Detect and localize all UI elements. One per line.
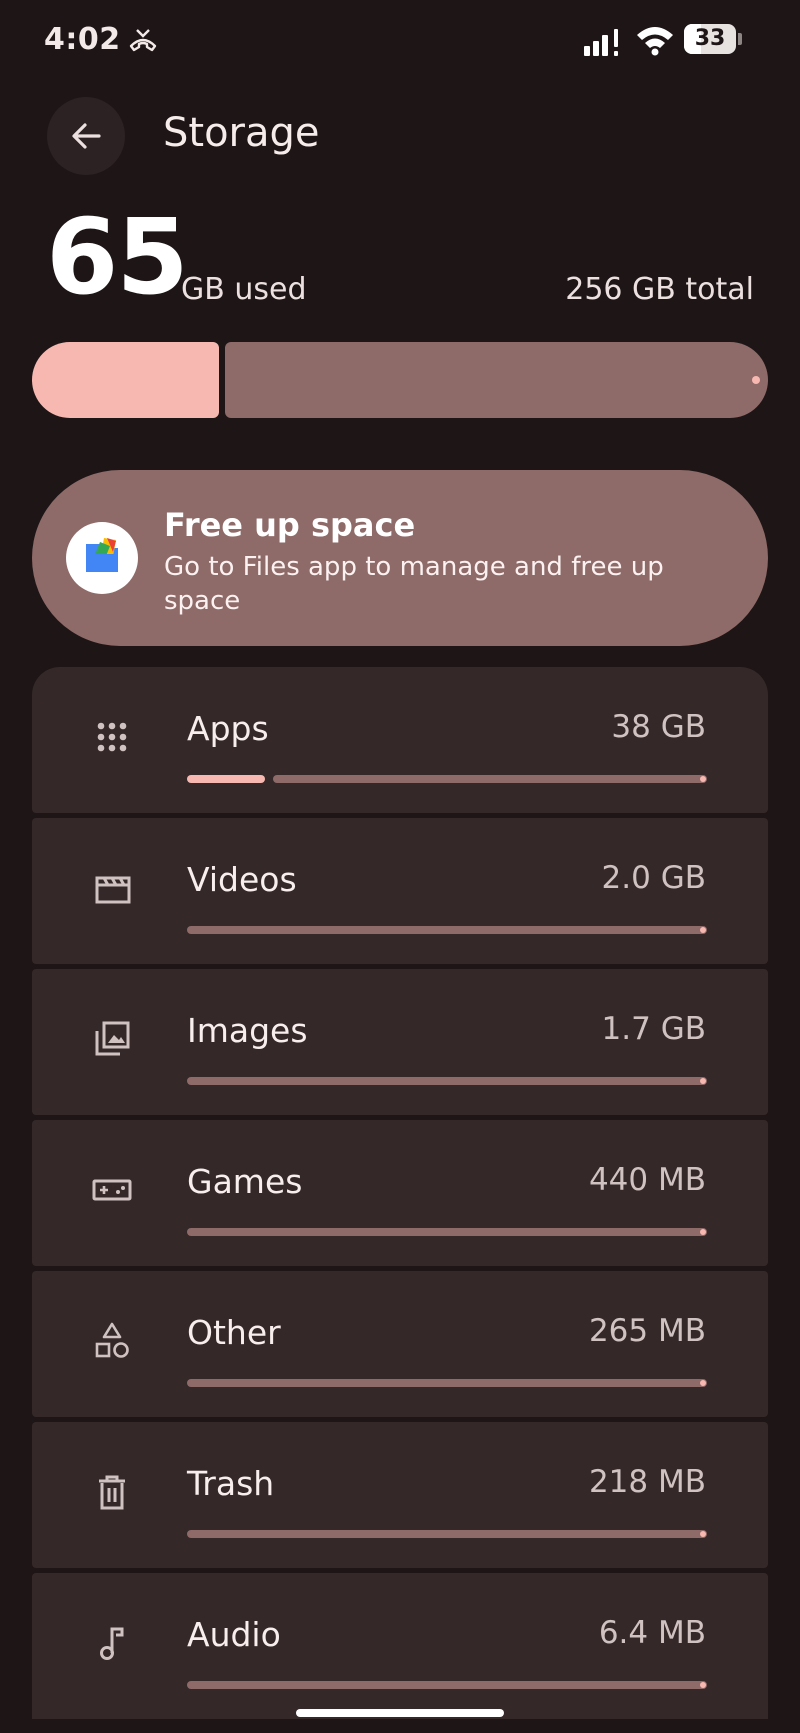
home-indicator[interactable]	[296, 1709, 504, 1717]
gamepad-icon	[92, 1179, 132, 1201]
category-size: 38 GB	[611, 709, 706, 745]
arrow-back-icon	[72, 123, 101, 149]
battery-percent: 33	[694, 26, 726, 51]
used-storage-unit: GB used	[181, 272, 307, 307]
category-images[interactable]: Images 1.7 GB	[32, 969, 768, 1115]
category-apps[interactable]: Apps 38 GB	[32, 667, 768, 813]
category-usage-bar	[187, 926, 707, 934]
music-note-icon	[100, 1627, 124, 1660]
category-usage-bar	[187, 1530, 707, 1538]
category-trash[interactable]: Trash 218 MB	[32, 1422, 768, 1568]
category-usage-bar	[187, 1379, 707, 1387]
category-label: Games	[187, 1162, 303, 1201]
battery-indicator: 33	[684, 24, 744, 54]
category-label: Videos	[187, 860, 297, 899]
category-size: 1.7 GB	[601, 1011, 706, 1047]
storage-free-segment	[225, 342, 768, 418]
shapes-icon	[95, 1322, 129, 1358]
category-games[interactable]: Games 440 MB	[32, 1120, 768, 1266]
category-label: Trash	[187, 1464, 275, 1503]
category-label: Other	[187, 1313, 281, 1352]
used-storage-value: 65	[46, 196, 189, 318]
files-app-icon	[66, 522, 138, 594]
status-time: 4:02	[44, 22, 121, 57]
storage-used-segment	[32, 342, 219, 418]
category-size: 265 MB	[588, 1313, 706, 1349]
category-usage-bar	[187, 1681, 707, 1689]
page-title: Storage	[163, 110, 320, 156]
total-storage: 256 GB total	[565, 272, 754, 307]
trash-icon	[99, 1475, 125, 1510]
category-other[interactable]: Other 265 MB	[32, 1271, 768, 1417]
category-videos[interactable]: Videos 2.0 GB	[32, 818, 768, 964]
category-size: 218 MB	[588, 1464, 706, 1500]
category-size: 6.4 MB	[598, 1615, 706, 1651]
category-label: Audio	[187, 1615, 281, 1654]
signal-icon	[584, 29, 618, 56]
photo-library-icon	[95, 1021, 130, 1056]
free-up-space-subtitle: Go to Files app to manage and free up sp…	[164, 552, 664, 616]
category-usage-bar	[187, 775, 707, 783]
free-up-space-card[interactable]: Free up space Go to Files app to manage …	[32, 470, 768, 646]
missed-call-icon	[129, 29, 157, 52]
movie-clapper-icon	[95, 876, 131, 904]
category-size: 2.0 GB	[601, 860, 706, 896]
category-size: 440 MB	[588, 1162, 706, 1198]
back-button[interactable]	[47, 97, 125, 175]
category-usage-bar	[187, 1077, 707, 1085]
category-label: Apps	[187, 709, 269, 748]
category-audio[interactable]: Audio 6.4 MB	[32, 1573, 768, 1719]
wifi-icon	[637, 27, 673, 56]
apps-grid-icon	[97, 722, 127, 752]
storage-bar-end-dot	[752, 376, 760, 384]
free-up-space-title: Free up space	[164, 506, 416, 544]
category-usage-bar	[187, 1228, 707, 1236]
storage-usage-bar	[32, 342, 768, 418]
category-label: Images	[187, 1011, 308, 1050]
